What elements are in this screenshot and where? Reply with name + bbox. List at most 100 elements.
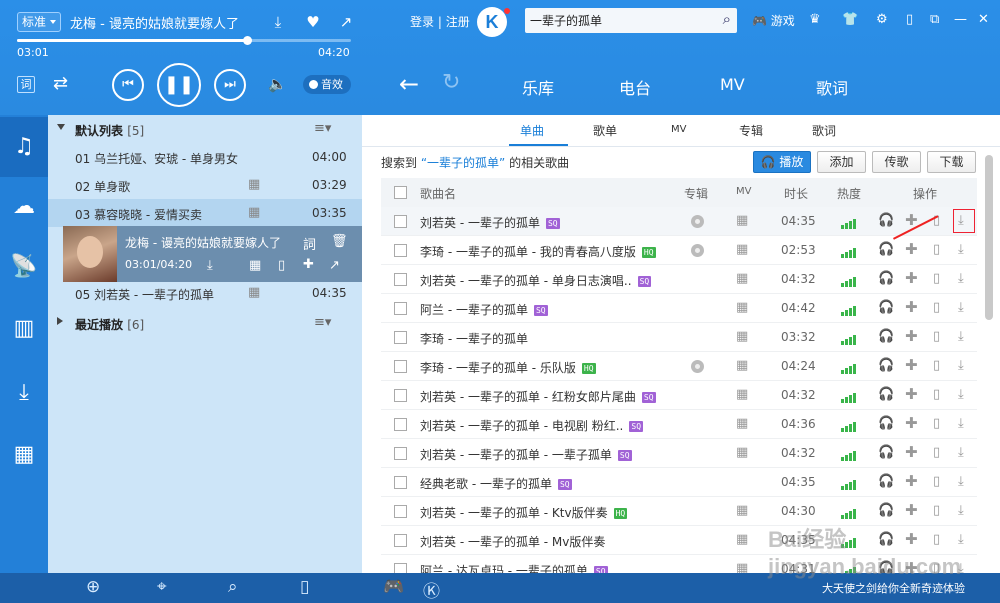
headphones-icon[interactable]: 🎧 [878, 387, 894, 402]
download-icon[interactable]: ⤓ [958, 329, 964, 344]
song-name[interactable]: 刘若英 - 一辈子的孤单 SQ [420, 214, 560, 231]
mode-dropdown[interactable]: 标准 [17, 12, 61, 32]
mv-icon[interactable]: ▦ [248, 177, 260, 192]
select-all-checkbox[interactable] [394, 186, 407, 199]
radio-icon[interactable]: 📡 [0, 237, 48, 297]
add-circle-icon[interactable]: ⊕ [86, 577, 100, 597]
mv-icon[interactable]: ▦ [736, 213, 748, 228]
song-name[interactable]: 刘若英 - 一辈子的孤单 - Mv版伴奏 [420, 533, 605, 550]
settings-gear-icon[interactable]: ⚙ [876, 12, 888, 27]
search-icon[interactable]: ⌕ [228, 577, 238, 597]
mv-icon[interactable]: ▦ [736, 445, 748, 460]
refresh-icon[interactable]: ↻ [442, 70, 460, 95]
download-icon[interactable]: ⤓ [268, 13, 288, 31]
trash-icon[interactable]: 🗑 [331, 234, 348, 249]
tab-albums[interactable]: 专辑 [739, 122, 763, 139]
add-icon[interactable]: ✚ [905, 327, 918, 345]
album-disc-icon[interactable] [691, 215, 704, 228]
song-row[interactable]: 经典老歌 - 一辈子的孤单 SQ 04:35 🎧 ✚ ▯ ⤓ [381, 468, 977, 497]
mobile-icon[interactable]: ▯ [933, 271, 940, 286]
playlist-item[interactable]: 03 慕容晓晓 - 爱情买卖 ▦ 03:35 [48, 199, 362, 227]
headphones-icon[interactable]: 🎧 [878, 271, 894, 286]
search-input[interactable] [530, 11, 710, 30]
song-row[interactable]: 刘若英 - 一辈子的孤单 - 一辈子孤单 SQ ▦ 04:32 🎧 ✚ ▯ ⤓ [381, 439, 977, 468]
download-icon[interactable]: ⤓ [958, 300, 964, 315]
mv-icon[interactable]: ▦ [736, 416, 748, 431]
progress-bar[interactable] [17, 36, 351, 45]
apps-grid-icon[interactable]: ▦ [0, 425, 48, 485]
playlist-group-recent[interactable]: 最近播放 [6] ≡▾ [48, 309, 362, 337]
loop-icon[interactable]: ⇄ [53, 73, 68, 94]
search-icon[interactable]: ⌕ [723, 10, 731, 28]
lyric-button[interactable]: 词 [17, 76, 35, 93]
download-icon[interactable]: ⤓ [207, 258, 213, 273]
song-name[interactable]: 李琦 - 一辈子的孤单 - 乐队版 HQ [420, 359, 596, 376]
cloud-icon[interactable]: ☁ [0, 177, 48, 237]
vip-icon[interactable]: ♛ [809, 12, 821, 27]
row-checkbox[interactable] [394, 418, 407, 431]
add-icon[interactable]: ✚ [303, 257, 314, 272]
tab-library[interactable]: 乐库 [522, 75, 554, 99]
mv-icon[interactable]: ▦ [248, 285, 260, 300]
ad-text[interactable]: 大天使之剑给你全新奇迹体验 [822, 580, 965, 596]
song-name[interactable]: 经典老歌 - 一辈子的孤单 SQ [420, 475, 572, 492]
download-icon[interactable]: ⤓ [958, 445, 964, 460]
song-name[interactable]: 刘若英 - 一辈子的孤单 - 单身日志演唱.. SQ [420, 272, 652, 289]
row-checkbox[interactable] [394, 360, 407, 373]
playlist-menu-icon[interactable]: ≡▾ [314, 315, 331, 330]
kugou-small-icon[interactable]: Ⓚ [423, 577, 440, 602]
gamepad-icon[interactable]: 🎮 [383, 577, 404, 597]
locate-icon[interactable]: ⌖ [157, 577, 167, 597]
column-album[interactable]: 专辑 [684, 185, 708, 202]
song-row[interactable]: 刘若英 - 一辈子的孤单 - 单身日志演唱.. SQ ▦ 04:32 🎧 ✚ ▯ ⤓ [381, 265, 977, 294]
mv-icon[interactable]: ▦ [736, 271, 748, 286]
song-name[interactable]: 阿兰 - 一辈子的孤单 SQ [420, 301, 548, 318]
album-disc-icon[interactable] [691, 244, 704, 257]
row-checkbox[interactable] [394, 244, 407, 257]
song-row[interactable]: 李琦 - 一辈子的孤单 ▦ 03:32 🎧 ✚ ▯ ⤓ [381, 323, 977, 352]
add-button[interactable]: 添加 [817, 151, 866, 173]
heart-icon[interactable]: ♥ [303, 13, 323, 31]
share-icon[interactable]: ↗ [329, 258, 340, 273]
mv-icon[interactable]: ▦ [736, 358, 748, 373]
headphones-icon[interactable]: 🎧 [878, 213, 894, 228]
share-icon[interactable]: ↗ [336, 13, 356, 31]
play-all-button[interactable]: 🎧 播放 [753, 151, 811, 173]
row-checkbox[interactable] [394, 331, 407, 344]
mobile-icon[interactable]: ▯ [278, 258, 285, 273]
album-disc-icon[interactable] [691, 360, 704, 373]
mobile-icon[interactable]: ▯ [933, 387, 940, 402]
mv-icon[interactable]: ▦ [248, 205, 260, 220]
share-button[interactable]: 传歌 [872, 151, 921, 173]
song-name[interactable]: 刘若英 - 一辈子的孤单 - Ktv版伴奏 HQ [420, 504, 628, 521]
playlist-menu-icon[interactable]: ≡▾ [314, 121, 331, 136]
headphones-icon[interactable]: 🎧 [878, 300, 894, 315]
song-name[interactable]: 刘若英 - 一辈子的孤单 - 一辈子孤单 SQ [420, 446, 632, 463]
kugou-logo[interactable]: K [477, 7, 507, 37]
song-name[interactable]: 李琦 - 一辈子的孤单 [420, 330, 528, 347]
mini-mode-icon[interactable]: ⧉ [930, 12, 939, 27]
add-icon[interactable]: ✚ [905, 269, 918, 287]
column-mv[interactable]: MV [736, 186, 751, 197]
row-checkbox[interactable] [394, 534, 407, 547]
download-icon[interactable]: ⤓ [958, 242, 964, 257]
row-checkbox[interactable] [394, 447, 407, 460]
song-row[interactable]: 李琦 - 一辈子的孤单 - 我的青春高八度版 HQ ▦ 02:53 🎧 ✚ ▯ ⤓ [381, 236, 977, 265]
column-duration[interactable]: 时长 [784, 185, 808, 202]
add-icon[interactable]: ✚ [905, 501, 918, 519]
playlist-item[interactable]: 02 单身歌 ▦ 03:29 [48, 171, 362, 199]
add-icon[interactable]: ✚ [905, 240, 918, 258]
mv-icon[interactable]: ▦ [736, 387, 748, 402]
headphones-icon[interactable]: 🎧 [878, 445, 894, 460]
game-link[interactable]: 🎮 游戏 [752, 12, 795, 29]
mobile-icon[interactable]: ▯ [906, 12, 913, 27]
mobile-icon[interactable]: ▯ [933, 329, 940, 344]
mv-icon[interactable]: ▦ [736, 242, 748, 257]
close-icon[interactable]: ✕ [978, 12, 989, 27]
headphones-icon[interactable]: 🎧 [878, 329, 894, 344]
download-icon[interactable]: ⤓ [958, 387, 964, 402]
song-row[interactable]: 阿兰 - 一辈子的孤单 SQ ▦ 04:42 🎧 ✚ ▯ ⤓ [381, 294, 977, 323]
effect-toggle[interactable]: 音效 [303, 75, 351, 94]
headphones-icon[interactable]: 🎧 [878, 358, 894, 373]
row-checkbox[interactable] [394, 505, 407, 518]
